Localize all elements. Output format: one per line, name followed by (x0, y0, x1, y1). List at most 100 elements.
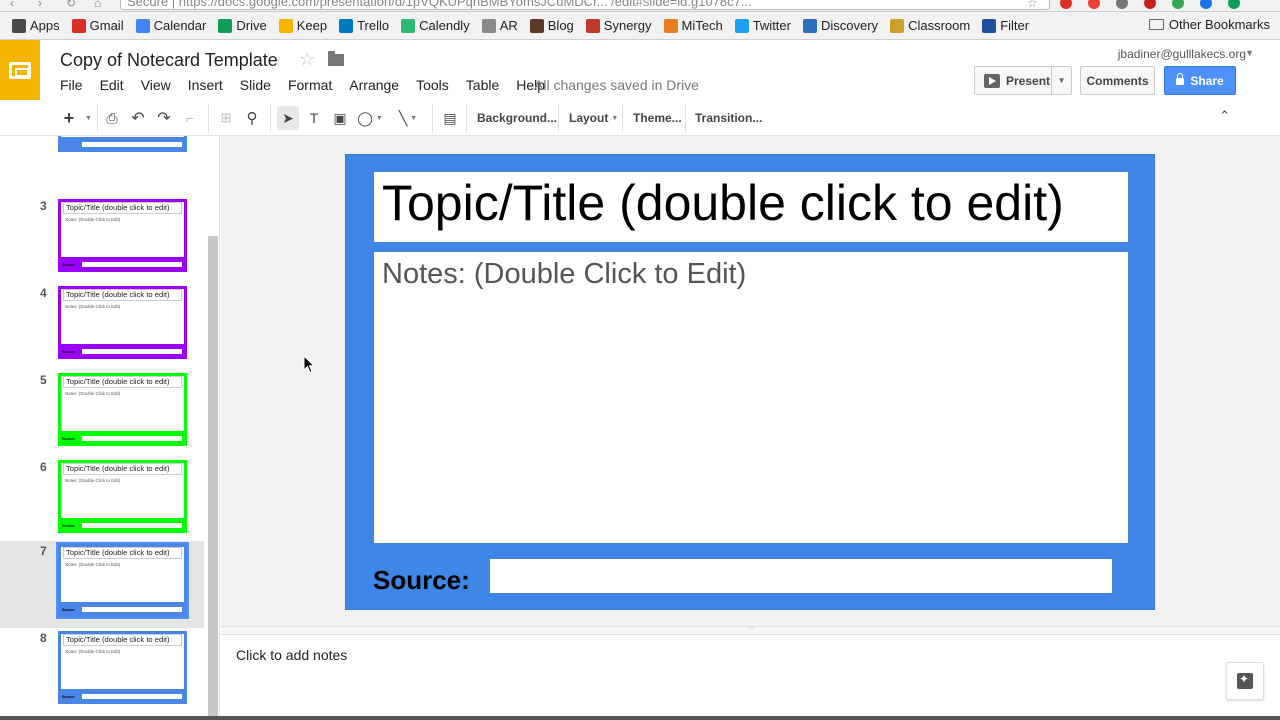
transition-button[interactable]: Transition... (695, 106, 762, 130)
collapse-menus-icon[interactable]: ⌃ (1219, 108, 1230, 124)
present-options-chevron-icon[interactable]: ▼ (1051, 67, 1071, 94)
extension-icon[interactable] (1200, 0, 1212, 9)
slide-thumbnail-item[interactable]: 8 Topic/Title (double click to edit) Notes… (0, 628, 204, 715)
bookmark-twitter[interactable]: Twitter (734, 18, 791, 33)
new-slide-layout-chevron-icon[interactable]: ▼ (80, 106, 94, 130)
slide-thumbnail[interactable]: Topic/Title (double click to edit) Notes:… (58, 460, 187, 533)
zoom-fit-icon[interactable]: ⊞ (216, 106, 236, 130)
thumb-source-box (82, 436, 182, 441)
slide-thumbnail-item[interactable]: 3 Topic/Title (double click to edit) Notes… (0, 196, 204, 283)
bookmark-filter[interactable]: Filter (982, 18, 1029, 33)
slide-thumbnail[interactable]: Topic/Title (double click to edit) Notes:… (58, 373, 187, 446)
speaker-notes-placeholder[interactable]: Click to add notes (236, 647, 347, 663)
share-button[interactable]: Share (1164, 66, 1236, 95)
menu-table[interactable]: Table (466, 77, 499, 93)
undo-icon[interactable]: ↶ (128, 106, 148, 130)
bookmark-trello[interactable]: Trello (339, 18, 389, 33)
thumb-source-band: Source: (61, 344, 184, 356)
zoom-icon[interactable]: ⚲ (242, 106, 262, 130)
print-icon[interactable]: ⎙ (102, 106, 122, 130)
slide-thumbnail[interactable]: Topic/Title (double click to edit) Notes:… (58, 286, 187, 359)
bookmark-synergy[interactable]: Synergy (585, 18, 652, 33)
menu-tools[interactable]: Tools (416, 77, 449, 93)
save-status[interactable]: All changes saved in Drive (534, 77, 699, 93)
bookmark-calendly[interactable]: Calendly (401, 18, 470, 33)
menu-edit[interactable]: Edit (100, 77, 124, 93)
redo-icon[interactable]: ↷ (154, 106, 174, 130)
paint-format-icon[interactable]: ⌐ (180, 106, 200, 130)
extension-icon[interactable] (1060, 0, 1072, 9)
chevron-down-icon[interactable]: ▼ (1245, 48, 1254, 58)
line-icon[interactable]: ╲ ▼ (392, 106, 424, 130)
slide-canvas[interactable]: Topic/Title (double click to edit) Notes… (221, 136, 1280, 626)
slide-title-box[interactable]: Topic/Title (double click to edit) (374, 172, 1128, 242)
address-bar[interactable]: Secure | https://docs.google.com/present… (120, 0, 1050, 10)
slide-thumbnail[interactable]: Topic/Title (double click to edit) Notes:… (58, 631, 187, 704)
extension-icon[interactable] (1144, 0, 1156, 9)
slide-source-box[interactable] (490, 559, 1112, 593)
menu-bar: File Edit View Insert Slide Format Arrange Tool… (60, 77, 562, 93)
bookmark-mitech[interactable]: MiTech (663, 18, 723, 33)
forward-icon[interactable]: › (38, 0, 42, 10)
slide-notes-box[interactable]: Notes: (Double Click to Edit) (374, 252, 1128, 543)
theme-button[interactable]: Theme... (633, 106, 682, 130)
document-title[interactable]: Copy of Notecard Template (60, 50, 278, 71)
menu-format[interactable]: Format (288, 77, 332, 93)
other-bookmarks[interactable]: Other Bookmarks (1148, 17, 1270, 32)
slide-thumbnail[interactable]: Topic/Title (double click to edit) Notes:… (56, 542, 189, 619)
menu-file[interactable]: File (60, 77, 83, 93)
account-email[interactable]: jbadiner@gulllakecs.org (1118, 47, 1246, 61)
menu-slide[interactable]: Slide (240, 77, 271, 93)
menu-view[interactable]: View (141, 77, 171, 93)
insert-image-icon[interactable]: ▣ (329, 106, 351, 130)
menu-insert[interactable]: Insert (188, 77, 223, 93)
thumb-notes: Notes: (Double Click to Edit) (63, 476, 182, 518)
layout-button[interactable]: Layout ▼ (569, 106, 618, 130)
slide-thumbnail-item[interactable] (0, 136, 204, 163)
bookmark-drive[interactable]: Drive (218, 18, 267, 33)
star-icon[interactable]: ☆ (299, 49, 315, 70)
bookmark-star-icon[interactable]: ☆ (1027, 0, 1038, 10)
slide-thumbnail-item[interactable]: 7 Topic/Title (double click to edit) Notes… (0, 541, 204, 628)
shape-icon[interactable]: ◯ ▼ (354, 106, 386, 130)
bookmark-keep[interactable]: Keep (278, 18, 327, 33)
background-button[interactable]: Background... (477, 106, 557, 130)
bookmark-calendar[interactable]: Calendar (135, 18, 206, 33)
present-button[interactable]: Present ▼ (974, 66, 1072, 95)
notes-resize-handle[interactable]: ⋯ (221, 626, 1280, 635)
extension-icon[interactable] (1172, 0, 1184, 9)
select-cursor-icon[interactable]: ➤ (277, 106, 299, 130)
bookmark-discovery[interactable]: Discovery (802, 18, 878, 33)
home-icon[interactable]: ⌂ (94, 0, 101, 10)
menu-arrange[interactable]: Arrange (349, 77, 399, 93)
slide-thumbnail[interactable] (58, 136, 187, 152)
bookmark-apps[interactable]: Apps (12, 18, 60, 33)
bookmark-label: Twitter (752, 18, 791, 33)
slide-thumbnail-item[interactable]: 5 Topic/Title (double click to edit) Notes… (0, 370, 204, 457)
slide-filmstrip[interactable]: 3 Topic/Title (double click to edit) Notes… (0, 136, 220, 720)
filmstrip-scrollbar[interactable] (208, 236, 218, 720)
extension-icon[interactable] (1088, 0, 1100, 9)
reload-icon[interactable]: ↻ (66, 0, 76, 10)
slide[interactable]: Topic/Title (double click to edit) Notes… (345, 154, 1155, 610)
back-icon[interactable]: ‹ (10, 0, 14, 10)
extension-icon[interactable] (1116, 0, 1128, 9)
slide-thumbnail[interactable]: Topic/Title (double click to edit) Notes:… (58, 199, 187, 272)
thumb-source-band: Source: (61, 518, 184, 530)
extension-icon[interactable] (1228, 0, 1240, 9)
comments-button[interactable]: Comments (1080, 66, 1155, 95)
bookmark-classroom[interactable]: Classroom (890, 18, 970, 33)
bookmark-gmail[interactable]: Gmail (71, 18, 124, 33)
window-bottom-edge (0, 716, 1280, 720)
new-slide-plus-icon[interactable]: + (59, 106, 79, 130)
slide-thumbnail-item[interactable]: 6 Topic/Title (double click to edit) Notes… (0, 457, 204, 544)
thumb-source-label: Source: (62, 608, 76, 612)
bookmark-blog[interactable]: Blog (529, 18, 574, 33)
explore-button[interactable] (1226, 662, 1264, 700)
comment-icon[interactable]: ▤ (440, 106, 460, 130)
move-folder-icon[interactable] (328, 51, 344, 66)
slides-logo-icon[interactable] (0, 40, 40, 100)
slide-thumbnail-item[interactable]: 4 Topic/Title (double click to edit) Notes… (0, 283, 204, 370)
bookmark-ar[interactable]: AR (481, 18, 518, 33)
text-box-icon[interactable]: T (303, 106, 325, 130)
